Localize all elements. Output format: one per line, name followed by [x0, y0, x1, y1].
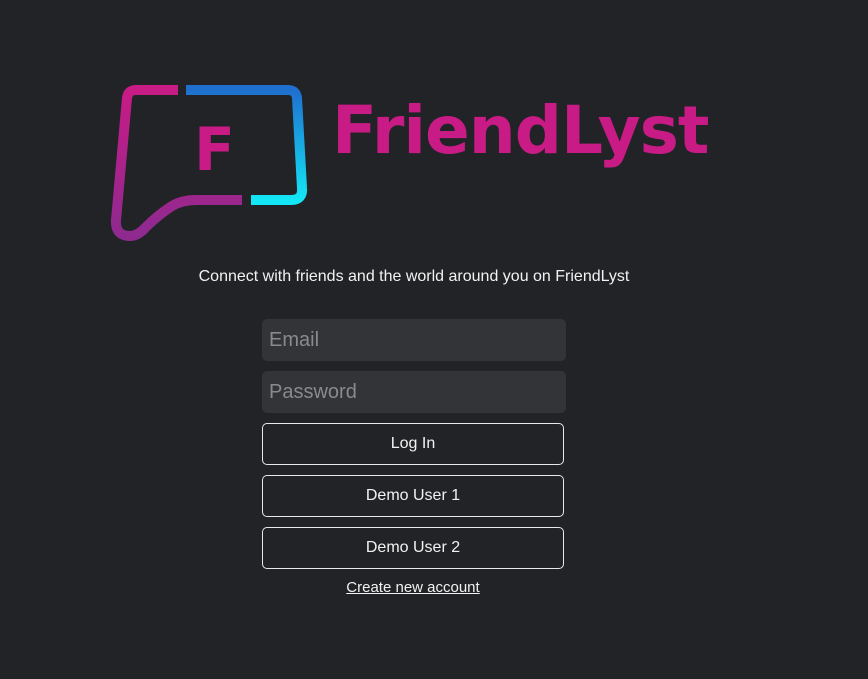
brand-logo: F FriendLyst: [110, 80, 730, 245]
demo-user-1-button[interactable]: Demo User 1: [262, 475, 564, 517]
email-input[interactable]: [262, 319, 566, 361]
demo-user-2-button[interactable]: Demo User 2: [262, 527, 564, 569]
login-form: Log In Demo User 1 Demo User 2 Create ne…: [262, 319, 566, 596]
password-input[interactable]: [262, 371, 566, 413]
tagline: Connect with friends and the world aroun…: [198, 268, 630, 285]
speech-bubble-logo-icon: F: [110, 85, 308, 241]
logo-letter: F: [194, 115, 235, 185]
create-account-link[interactable]: Create new account: [262, 579, 564, 596]
login-button[interactable]: Log In: [262, 423, 564, 465]
brand-name: FriendLyst: [332, 92, 709, 169]
login-page: F FriendLyst Connect with friends and th…: [0, 0, 868, 679]
